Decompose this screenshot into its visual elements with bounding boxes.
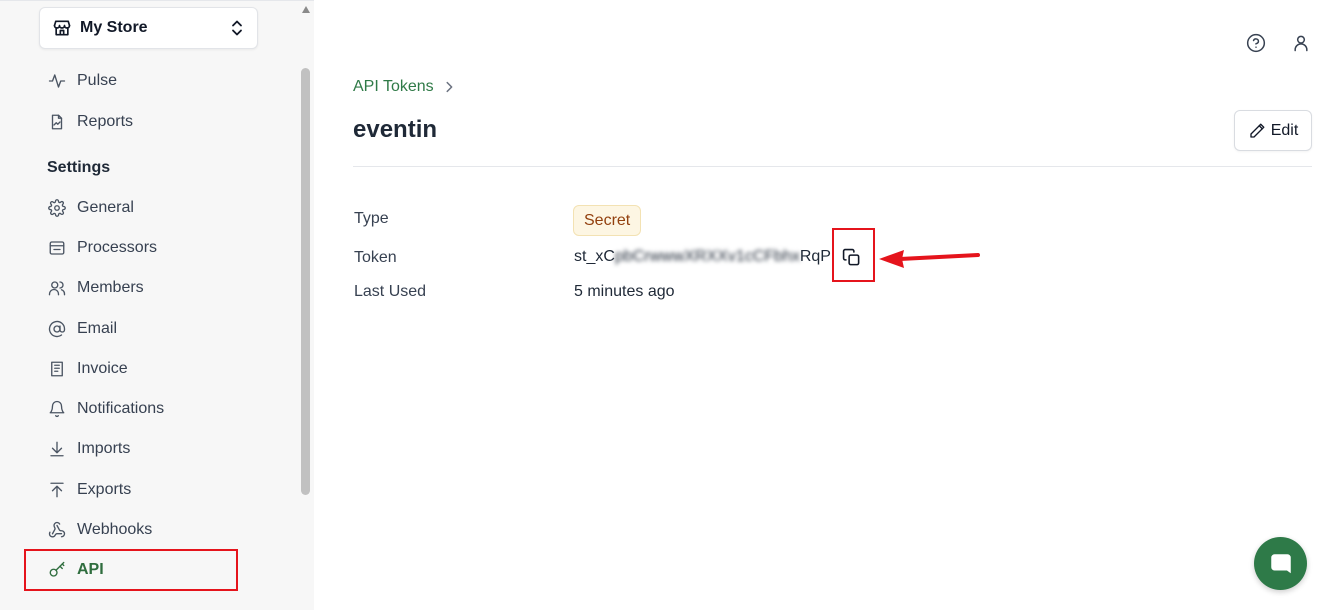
sidebar-item-label: Processors [77,239,158,256]
settings-heading: Settings [47,159,111,176]
sidebar-item-label: Exports [77,481,132,498]
breadcrumb: API Tokens [353,78,456,96]
page-title: eventin [353,116,438,143]
type-label: Type [354,210,389,227]
sidebar-item-invoice[interactable]: Invoice [47,355,247,383]
pencil-icon [1250,123,1265,138]
token-value[interactable]: st_xCpbCrwwwXRXXv1cCFbhxRqP [574,248,831,266]
scrollbar-thumb[interactable] [301,68,310,495]
scroll-up-arrow-icon[interactable] [302,6,310,13]
sidebar-item-label: Reports [77,113,134,130]
sidebar-item-label: Invoice [77,360,128,377]
last-used-value: 5 minutes ago [574,283,675,300]
sidebar-item-label: Email [77,320,118,337]
upload-icon [47,480,67,500]
sidebar-item-pulse[interactable]: Pulse [47,67,247,95]
help-icon[interactable] [1245,32,1267,54]
sidebar-item-webhooks[interactable]: Webhooks [47,516,247,544]
token-suffix: RqP [799,248,831,265]
store-switcher[interactable]: My Store [39,7,258,49]
edit-button[interactable]: Edit [1234,110,1312,151]
api-highlight-box [24,549,238,591]
breadcrumb-api-tokens[interactable]: API Tokens [353,78,434,96]
sidebar-item-imports[interactable]: Imports [47,435,247,463]
divider [353,166,1312,167]
sidebar-item-members[interactable]: Members [47,274,247,302]
store-icon [52,18,72,38]
download-icon [47,439,67,459]
chevron-right-icon [442,80,456,94]
token-label: Token [354,249,397,266]
edit-label: Edit [1270,121,1299,139]
invoice-icon [47,359,67,379]
status-badge: Secret [573,205,642,236]
at-icon [47,319,67,339]
sidebar-item-notifications[interactable]: Notifications [47,395,247,423]
webhook-icon [47,520,67,540]
sidebar-item-label: Notifications [77,400,165,417]
red-arrow-icon [879,250,980,268]
copy-highlight-box [832,228,875,282]
token-obscured: pbCrwwwXRXXv1cCFbhx [614,248,800,265]
processor-icon [47,238,67,258]
sidebar-item-exports[interactable]: Exports [47,476,247,504]
store-name: My Store [80,19,148,36]
sidebar: My Store Pulse Reports Settings General … [0,0,314,610]
sidebar-item-reports[interactable]: Reports [47,108,247,136]
user-icon[interactable] [1290,32,1312,54]
gear-icon [47,198,67,218]
chat-icon [1270,553,1291,573]
sidebar-item-email[interactable]: Email [47,315,247,343]
pulse-icon [47,71,67,91]
chat-button[interactable] [1254,537,1307,590]
sidebar-item-processors[interactable]: Processors [47,234,247,262]
sidebar-item-label: Imports [77,440,131,457]
sidebar-item-general[interactable]: General [47,194,247,222]
sidebar-item-label: Pulse [77,72,118,89]
sidebar-item-label: Members [77,279,144,296]
chevron-up-down-icon [229,19,245,37]
token-prefix: st_xC [574,248,615,265]
bell-icon [47,399,67,419]
report-icon [47,112,67,132]
sidebar-item-label: General [77,199,134,216]
sidebar-item-label: Webhooks [77,521,153,538]
members-icon [47,278,67,298]
last-used-label: Last Used [354,283,427,300]
